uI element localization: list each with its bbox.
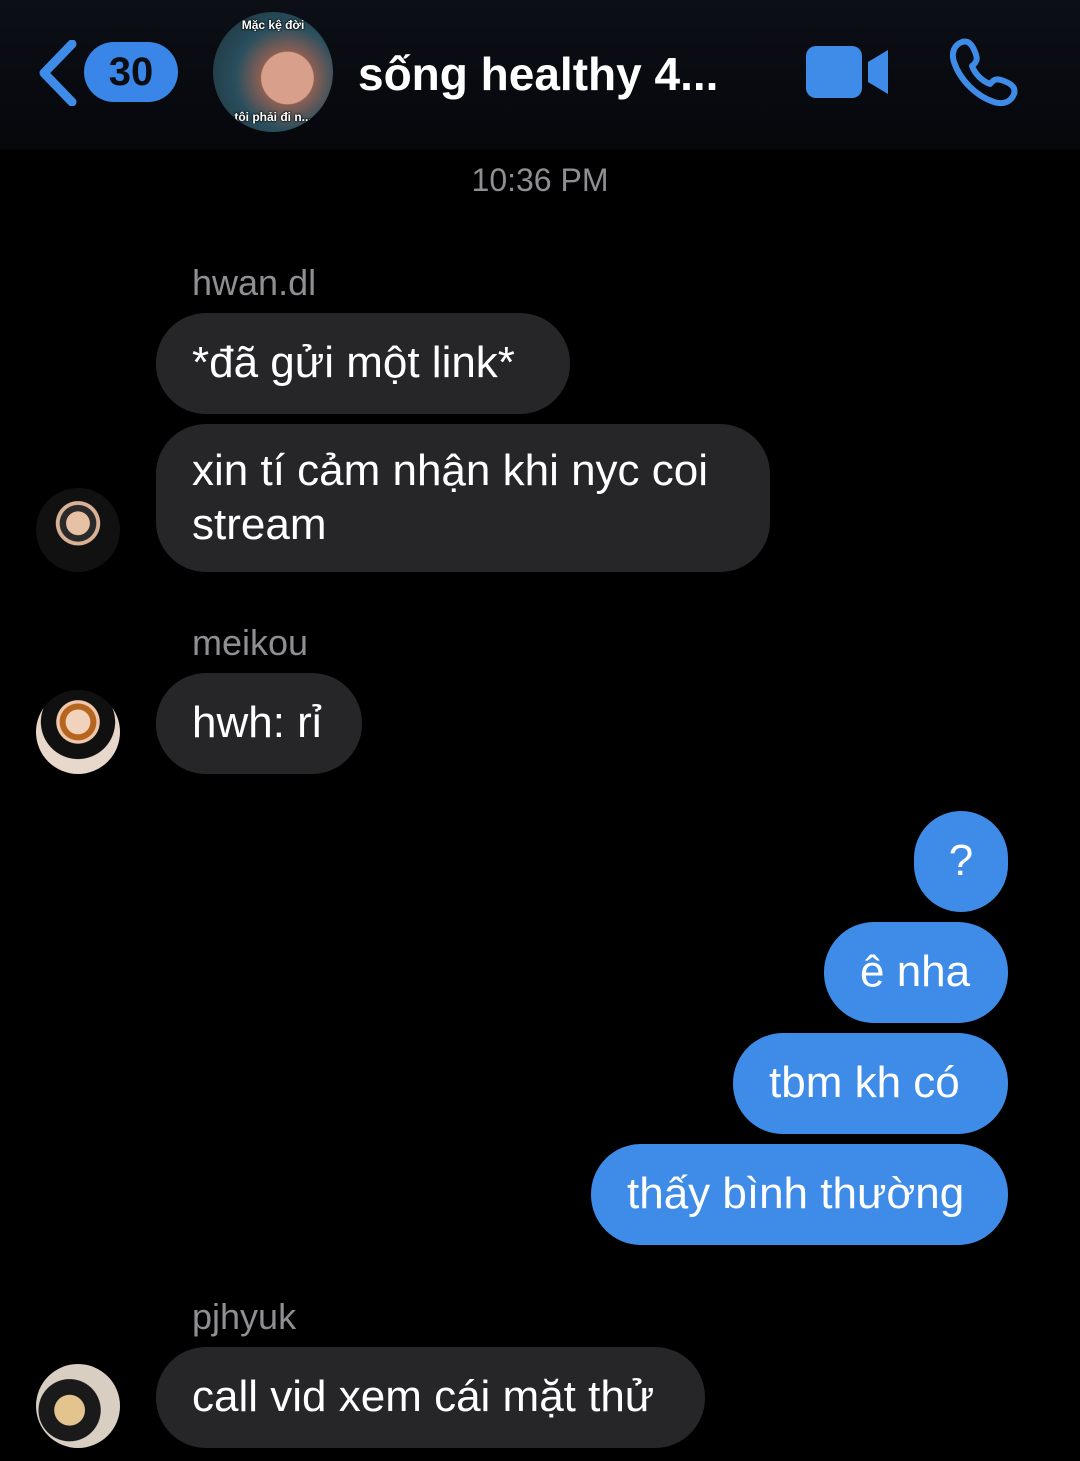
message-bubble-incoming[interactable]: xin tí cảm nhận khi nyc coi stream xyxy=(156,424,770,572)
sender-name-meikou: meikou xyxy=(192,622,309,663)
back-chevron-icon[interactable] xyxy=(36,39,80,107)
group-avatar-caption-top: Mặc kệ đời xyxy=(241,18,305,32)
message-bubble-incoming[interactable]: hwh: rỉ xyxy=(156,673,362,774)
sender-name-hwan: hwan.dl xyxy=(192,262,317,303)
group-avatar-caption-bottom: tôi phải đi n... xyxy=(234,110,312,124)
avatar-pjhyuk[interactable] xyxy=(36,1364,120,1448)
message-bubble-outgoing[interactable]: ? xyxy=(914,811,1008,912)
group-avatar[interactable]: Mặc kệ đời tôi phải đi n... xyxy=(213,12,333,132)
avatar-meikou[interactable] xyxy=(36,690,120,774)
chat-header: 30 Mặc kệ đời tôi phải đi n... sống heal… xyxy=(0,0,1080,150)
message-bubble-outgoing[interactable]: thấy bình thường xyxy=(591,1144,1008,1245)
message-bubble-outgoing[interactable]: ê nha xyxy=(824,922,1008,1023)
phone-icon[interactable] xyxy=(948,36,1020,108)
group-name[interactable]: sống healthy 4... xyxy=(358,44,778,104)
unread-count-badge[interactable]: 30 xyxy=(84,42,178,102)
message-bubble-outgoing[interactable]: tbm kh có xyxy=(733,1033,1008,1134)
avatar-hwan[interactable] xyxy=(36,488,120,572)
message-bubble-incoming[interactable]: *đã gửi một link* xyxy=(156,313,570,414)
message-timestamp: 10:36 PM xyxy=(471,162,609,198)
sender-name-pjhyuk: pjhyuk xyxy=(192,1296,297,1337)
message-bubble-incoming[interactable]: call vid xem cái mặt thử xyxy=(156,1347,705,1448)
video-camera-icon[interactable] xyxy=(804,44,890,100)
